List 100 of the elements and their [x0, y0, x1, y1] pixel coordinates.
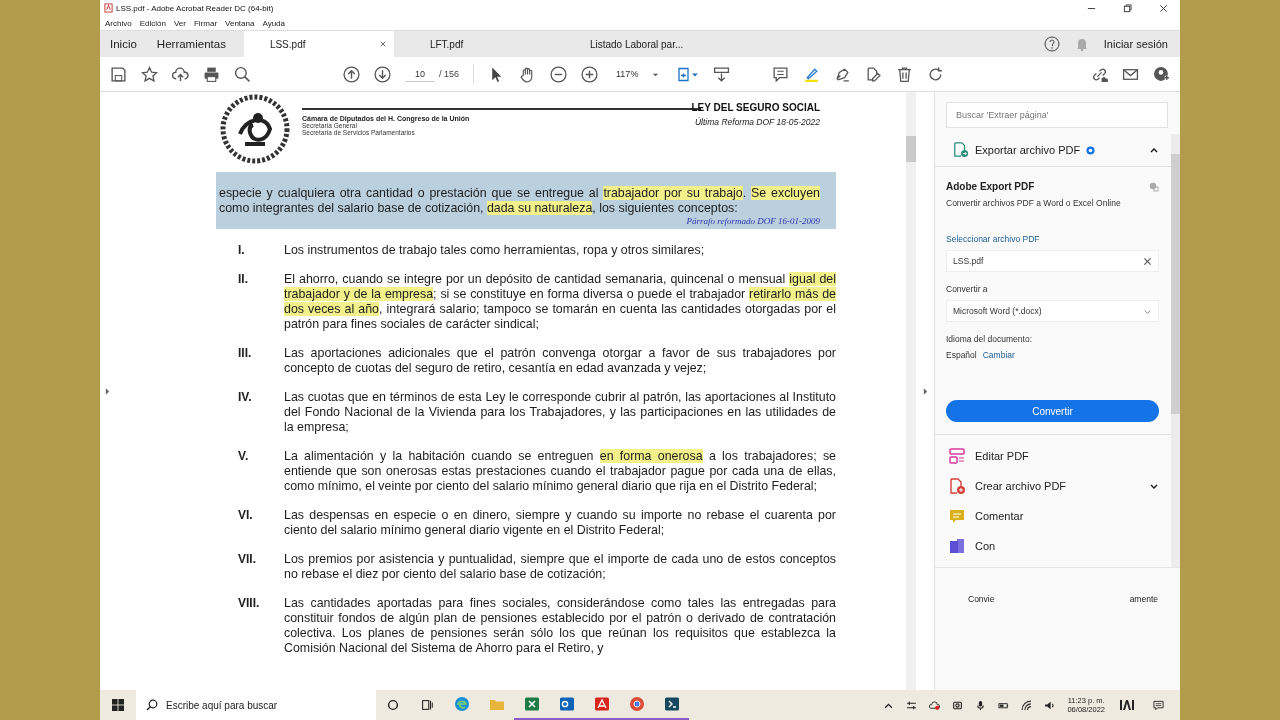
- language-value: Español: [946, 350, 977, 360]
- tool-icon: [949, 508, 965, 524]
- notifications-icon[interactable]: [1153, 699, 1164, 711]
- collapse-icon[interactable]: [1149, 145, 1159, 155]
- roman-numeral: VI.: [237, 508, 254, 524]
- highlighter-icon[interactable]: [803, 65, 821, 83]
- menu-item[interactable]: Archivo: [105, 18, 132, 28]
- page-total: / 156: [439, 69, 460, 79]
- nav-tab[interactable]: Inicio: [100, 31, 147, 57]
- export-title: Adobe Export PDF: [946, 181, 1035, 192]
- document-tab[interactable]: LFT.pdf: [403, 31, 554, 57]
- close-tab-icon[interactable]: [379, 41, 386, 47]
- zoom-in-icon[interactable]: [581, 65, 599, 83]
- cloud-error-icon[interactable]: [929, 699, 941, 711]
- tool-item[interactable]: Comentar: [949, 501, 1159, 531]
- trash-icon[interactable]: [896, 65, 914, 83]
- volume-icon[interactable]: [1044, 699, 1056, 711]
- file-field[interactable]: LSS.pdf: [946, 250, 1159, 272]
- app-icon: [523, 696, 540, 712]
- help-icon[interactable]: [1043, 36, 1060, 52]
- sliders-icon[interactable]: [906, 699, 918, 711]
- menu-item[interactable]: Ventana: [225, 18, 255, 28]
- tool-icon: [949, 478, 965, 494]
- search-field[interactable]: Buscar 'Extraer página': [946, 102, 1168, 128]
- law-title: LEY DEL SEGURO SOCIAL: [691, 102, 820, 113]
- star-icon[interactable]: [141, 65, 158, 83]
- roman-numeral: III.: [237, 346, 253, 362]
- convert-button[interactable]: Convertir: [946, 400, 1159, 422]
- cloud-upload-icon[interactable]: [172, 65, 189, 83]
- reform-date: Última Reforma DOF 18-05-2022: [694, 117, 820, 127]
- zoom-out-icon[interactable]: [550, 65, 568, 83]
- tool-item[interactable]: Con: [949, 531, 1159, 561]
- roman-numeral: IV.: [237, 390, 253, 406]
- print-icon[interactable]: [203, 65, 220, 83]
- change-link[interactable]: Cambiar: [982, 350, 1015, 360]
- close-icon[interactable]: [1159, 3, 1168, 13]
- zoom-dropdown[interactable]: 117%: [612, 67, 664, 81]
- task-view-icon[interactable]: [420, 698, 434, 712]
- microphone-icon[interactable]: [975, 699, 987, 711]
- previous-page-icon[interactable]: [343, 65, 360, 83]
- pen-sign-icon[interactable]: [834, 65, 852, 83]
- scrollbar-thumb[interactable]: [1171, 154, 1180, 414]
- paragraph: La alimentación y la habitación cuando se entreguen en forma onerosa a los trabajadores; se entiende que son onerosas estas prestaciones cuando el trabajador pague por cada una de ellas, como mínimo, el veinte por ciento del salario mínimo general diario que rija en el Distrito Federal;: [284, 449, 836, 494]
- comment-icon[interactable]: [772, 65, 790, 83]
- tool-icon: [949, 448, 965, 464]
- roman-numeral: V.: [237, 449, 250, 465]
- expand-left-icon[interactable]: [104, 387, 110, 395]
- app-icon: [593, 696, 610, 712]
- scrollbar-thumb[interactable]: [906, 136, 916, 162]
- roman-numeral: VIII.: [237, 596, 261, 612]
- maximize-icon[interactable]: [1123, 3, 1132, 13]
- add-user-icon[interactable]: [1153, 65, 1170, 83]
- next-page-icon[interactable]: [374, 65, 391, 83]
- save-icon[interactable]: [110, 65, 127, 83]
- tool-icon: [949, 538, 965, 554]
- format-dropdown[interactable]: Microsoft Word (*.docx): [946, 300, 1159, 322]
- scroll-mode-icon[interactable]: [713, 65, 731, 83]
- tool-item[interactable]: Crear archivo PDF: [949, 471, 1159, 501]
- app-icon: [663, 696, 680, 712]
- menu-item[interactable]: Edición: [139, 18, 166, 28]
- paragraph: Los instrumentos de trabajo tales como herramientas, ropa y otros similares;: [284, 243, 706, 258]
- paragraph: El ahorro, cuando se integre por un depósito de cantidad semanaria, quincenal o mensual igual del trabajador y de la empresa; si se constituye en forma diversa o puede el trabajador retirarlo más de dos veces al año, integrará salario; tampoco se tomarán en cuenta las cantidades otorgadas por el patrón para fines sociales de carácter sindical;: [284, 272, 836, 332]
- menu-item[interactable]: Ayuda: [262, 18, 285, 28]
- share-file-icon[interactable]: [865, 65, 883, 83]
- pdf-file-icon: [104, 3, 113, 13]
- taskbar-search-field[interactable]: Escribe aquí para buscar: [166, 690, 376, 720]
- sign-in-link[interactable]: Iniciar sesión: [1103, 31, 1180, 57]
- export-description: Convertir archivos PDF a Word o Excel Online: [946, 198, 1122, 208]
- cortana-icon[interactable]: [386, 698, 400, 712]
- promo-text: Convie: [968, 594, 995, 604]
- tool-item[interactable]: Editar PDF: [949, 441, 1159, 471]
- paragraph: Las aportaciones adicionales que el patrón convenga otorgar a favor de sus trabajadores por concepto de cuotas del seguro de retiro, cesantía en edad avanzada y vejez;: [284, 346, 836, 376]
- page-number-field[interactable]: 10: [405, 66, 435, 82]
- expand-right-icon[interactable]: [922, 387, 928, 395]
- promo-text: amente: [1129, 594, 1158, 604]
- clear-icon[interactable]: [1143, 256, 1152, 266]
- menu-item[interactable]: Ver: [173, 18, 186, 28]
- seal-drawing: [220, 94, 290, 164]
- menu-item[interactable]: Firmar: [193, 18, 218, 28]
- camera-icon[interactable]: [952, 699, 964, 711]
- rotate-icon[interactable]: [927, 65, 945, 83]
- page-fit-icon[interactable]: [677, 65, 700, 83]
- link-cloud-icon[interactable]: [1091, 65, 1108, 83]
- app-icon: [628, 696, 645, 712]
- chevron-down-icon[interactable]: [1149, 481, 1159, 491]
- paragraph: Las despensas en especie o en dinero, siempre y cuando su importe no rebase el cuarenta por ciento del salario mínimo general diario vigente en el Distrito Federal;: [284, 508, 836, 538]
- section-header[interactable]: Exportar archivo PDF: [935, 134, 1171, 167]
- search-icon[interactable]: [234, 65, 251, 83]
- language-label: Idioma del documento:: [946, 334, 1033, 344]
- roman-numeral: I.: [237, 243, 246, 258]
- tray-app-icon[interactable]: [1119, 699, 1135, 711]
- wifi-icon[interactable]: [1021, 699, 1033, 711]
- app-icon: [453, 696, 470, 712]
- start-icon[interactable]: [112, 699, 124, 711]
- field-label: Seleccionar archivo PDF: [946, 234, 1041, 244]
- document-tab[interactable]: LSS.pdf: [243, 31, 394, 57]
- document-tab[interactable]: Listado Laboral par...: [563, 31, 714, 57]
- paragraph: Los premios por asistencia y puntualidad, siempre que el importe de cada uno de estos conceptos no rebase el diez por ciento del salario base de cotización;: [284, 552, 836, 582]
- reform-note: Párrafo reformado DOF 16-01-2009: [686, 216, 820, 226]
- nav-tab[interactable]: Herramientas: [146, 31, 236, 57]
